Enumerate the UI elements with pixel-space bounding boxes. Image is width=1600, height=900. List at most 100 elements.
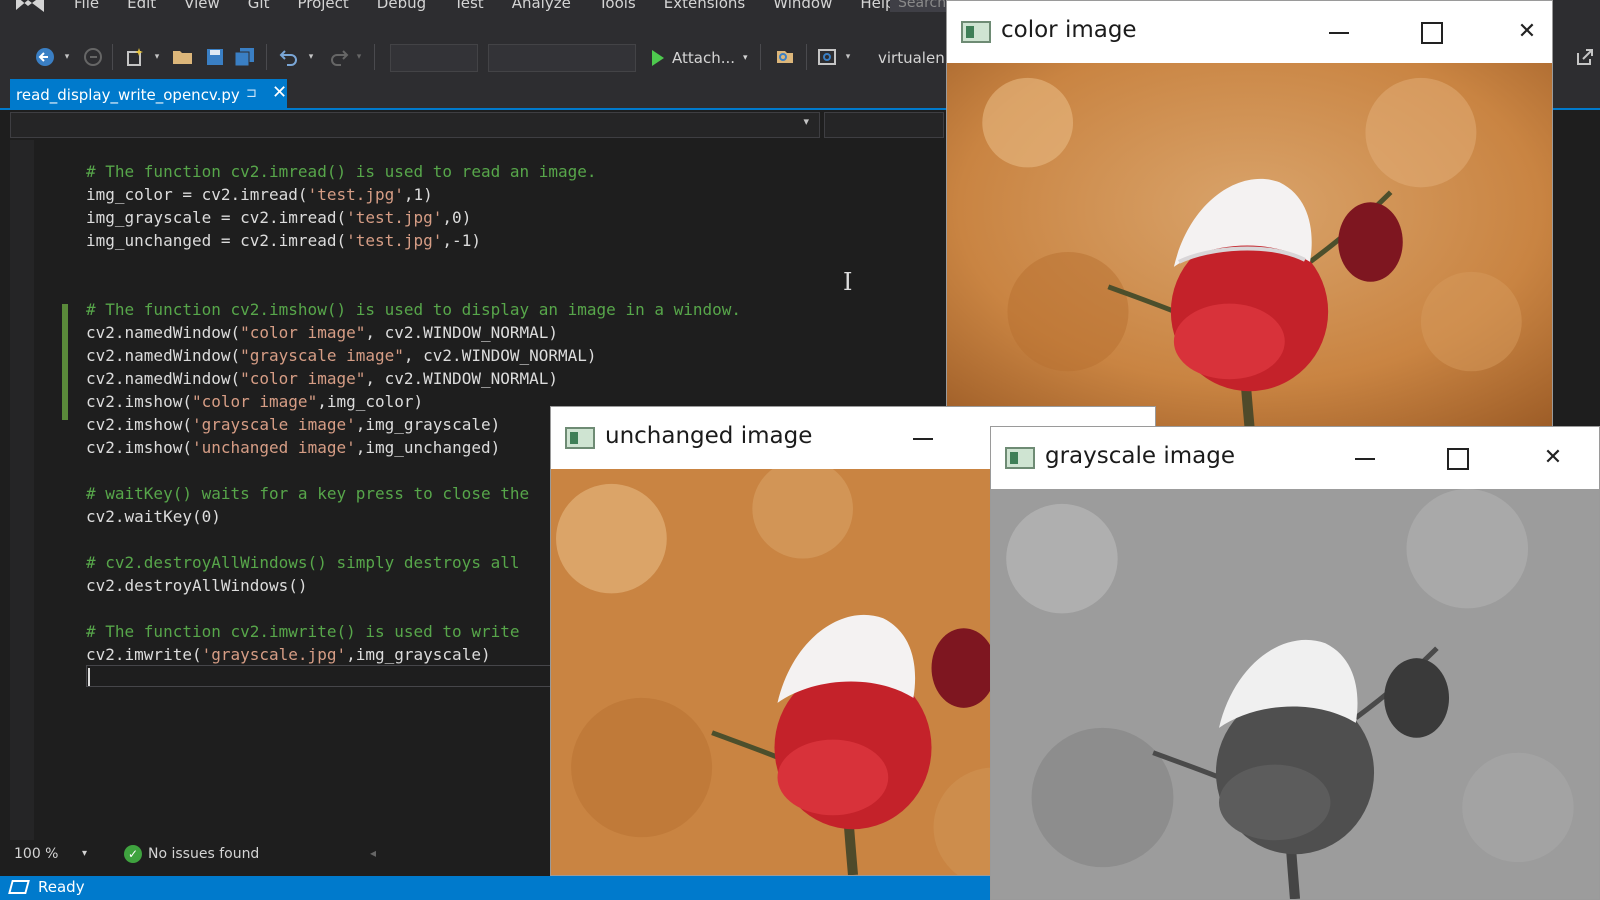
code-string: "grayscale image" — [240, 346, 404, 365]
menu-item-git[interactable]: Git — [234, 0, 284, 12]
code-line: img_grayscale = cv2.imread('test.jpg',0) — [86, 206, 741, 229]
code-token: cv2.destroyAllWindows() — [86, 576, 308, 595]
member-navigation-dropdown[interactable] — [824, 112, 944, 138]
menu-item-tools[interactable]: Tools — [585, 0, 650, 12]
visual-studio-ide: File Edit View Git Project Debug Test Analyze To… — [0, 0, 1600, 900]
configuration-dropdown[interactable] — [390, 44, 478, 72]
code-token: .imread( — [230, 185, 308, 204]
attach-button[interactable]: Attach... ▾ — [652, 44, 748, 72]
new-dropdown-icon[interactable]: ▾ — [150, 44, 164, 70]
code-line: img_unchanged = cv2.imread('test.jpg',-1… — [86, 229, 741, 252]
grayscale-image-window[interactable]: grayscale image ✕ — [990, 426, 1600, 900]
open-folder-icon[interactable] — [170, 44, 196, 70]
code-token: ,img_grayscale) — [346, 645, 491, 664]
close-tab-icon[interactable]: ✕ — [272, 82, 287, 103]
code-token: , cv2.WINDOW_NORMAL) — [365, 323, 559, 342]
code-token: , cv2.WINDOW_NORMAL) — [403, 346, 597, 365]
code-token: cv2.namedWindow( — [86, 346, 241, 365]
window-title-bar[interactable]: grayscale image ✕ — [991, 427, 1599, 489]
change-tracking-bar — [62, 304, 68, 420]
grayscale-rose-image — [991, 489, 1599, 899]
save-icon[interactable] — [202, 44, 228, 70]
menu-item-file[interactable]: File — [60, 0, 113, 12]
menu-item-extensions[interactable]: Extensions — [650, 0, 759, 12]
attach-label: Attach... — [672, 49, 736, 67]
menu-item-analyze[interactable]: Analyze — [498, 0, 585, 12]
maximize-icon[interactable] — [1411, 15, 1451, 49]
code-string: "color image" — [240, 323, 366, 342]
save-all-icon[interactable] — [232, 44, 258, 70]
issues-status[interactable]: No issues found — [148, 846, 259, 862]
code-token: ,img_color) — [317, 392, 424, 411]
opencv-window-icon — [565, 427, 595, 449]
color-image-window[interactable]: color image ✕ — [946, 0, 1553, 428]
code-string: 'test.jpg' — [307, 185, 404, 204]
close-icon[interactable]: ✕ — [1507, 15, 1547, 49]
new-project-icon[interactable] — [122, 44, 148, 70]
check-icon: ✓ — [124, 845, 142, 863]
forward-arrow-icon[interactable] — [80, 44, 106, 70]
overflow-dropdown-icon[interactable]: ▾ — [842, 44, 854, 70]
redo-icon[interactable] — [326, 44, 352, 70]
code-string: 'grayscale.jpg' — [201, 645, 347, 664]
code-token: cv2 — [240, 208, 270, 227]
opencv-window-icon — [1005, 447, 1035, 469]
find-in-files-icon[interactable] — [772, 44, 798, 70]
minimize-icon[interactable] — [1319, 15, 1359, 49]
code-token: img_grayscale = — [86, 208, 241, 227]
back-arrow-icon[interactable] — [32, 44, 58, 70]
zoom-level[interactable]: 100 % — [14, 846, 58, 862]
visual-studio-logo-icon — [16, 0, 44, 12]
toolbar-separator — [806, 44, 807, 70]
code-line: cv2.namedWindow("grayscale image", cv2.W… — [86, 344, 741, 367]
code-token: cv2.namedWindow( — [86, 369, 241, 388]
redo-dropdown-icon[interactable]: ▾ — [352, 44, 366, 70]
menu-item-view[interactable]: View — [170, 0, 234, 12]
code-string: "color image" — [191, 392, 318, 411]
current-line-highlight — [86, 665, 556, 687]
close-icon[interactable]: ✕ — [1533, 441, 1573, 475]
menu-item-test[interactable]: Test — [440, 0, 498, 12]
editor-margin — [10, 140, 34, 840]
live-share-icon[interactable] — [1572, 44, 1598, 70]
code-token: .imread( — [269, 231, 347, 250]
window-title-bar[interactable]: color image ✕ — [947, 1, 1552, 63]
attach-dropdown-icon[interactable]: ▾ — [743, 53, 748, 63]
undo-icon[interactable] — [276, 44, 302, 70]
pin-icon[interactable]: ⊐ — [246, 86, 257, 101]
code-string: 'grayscale image' — [191, 415, 356, 434]
search-box[interactable]: Search — [890, 0, 950, 12]
minimize-icon[interactable] — [903, 421, 943, 455]
tab-read-display-write-opencv[interactable]: read_display_write_opencv.py ⊐ ✕ — [10, 79, 287, 110]
navigation-bar-dropdown[interactable]: ▾ — [10, 112, 820, 138]
opencv-window-icon — [961, 21, 991, 43]
code-token: cv2 — [201, 185, 231, 204]
menu-item-project[interactable]: Project — [283, 0, 362, 12]
back-dropdown-icon[interactable]: ▾ — [60, 44, 74, 70]
browser-link-icon[interactable] — [814, 44, 840, 70]
code-token: ,-1) — [442, 231, 481, 250]
code-token: , cv2.WINDOW_NORMAL) — [365, 369, 559, 388]
undo-dropdown-icon[interactable]: ▾ — [304, 44, 318, 70]
code-token: img_color = — [86, 185, 202, 204]
code-string: 'test.jpg' — [346, 231, 443, 250]
minimize-icon[interactable] — [1345, 441, 1385, 475]
scroll-left-icon[interactable]: ◂ — [370, 846, 376, 860]
menu-item-debug[interactable]: Debug — [363, 0, 440, 12]
code-comment: # The function cv2.imwrite() is used to … — [86, 622, 520, 641]
code-token: ,img_unchanged) — [355, 438, 501, 457]
output-window-icon[interactable] — [8, 880, 30, 894]
maximize-icon[interactable] — [1437, 441, 1477, 475]
code-line: cv2.namedWindow("color image", cv2.WINDO… — [86, 321, 741, 344]
code-token: ,1) — [403, 185, 433, 204]
menu-item-edit[interactable]: Edit — [113, 0, 170, 12]
platform-dropdown[interactable] — [488, 44, 636, 72]
window-title: color image — [1001, 17, 1137, 43]
code-comment: # The function cv2.imread() is used to r… — [86, 162, 597, 181]
menu-item-window[interactable]: Window — [759, 0, 846, 12]
zoom-dropdown-icon[interactable]: ▾ — [82, 848, 87, 859]
python-environment[interactable]: virtualen — [878, 44, 945, 72]
menu-items: File Edit View Git Project Debug Test Analyze To… — [60, 0, 909, 12]
